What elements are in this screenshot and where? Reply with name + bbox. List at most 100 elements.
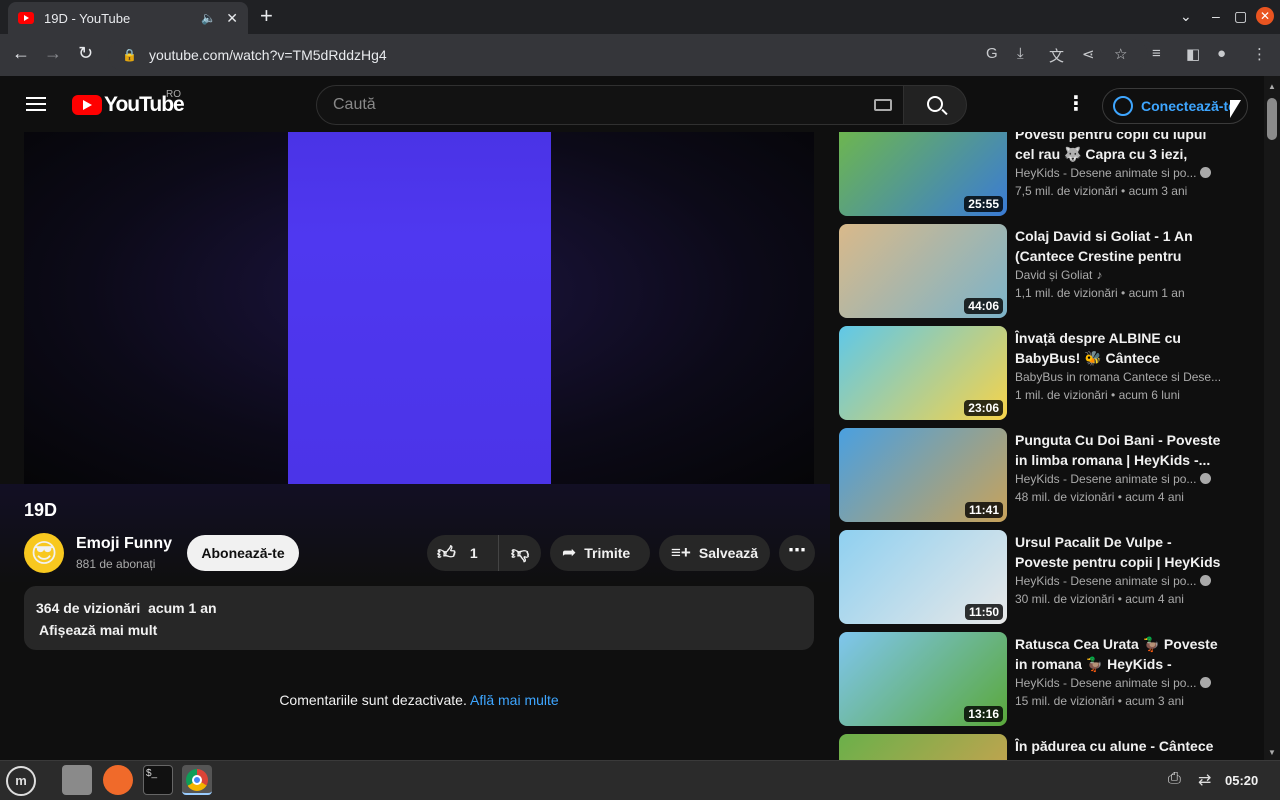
video-thumbnail[interactable]: 11:50 xyxy=(839,530,1007,624)
google-icon[interactable]: G xyxy=(986,45,998,62)
youtube-logo-icon[interactable] xyxy=(72,95,102,115)
page-scrollbar[interactable] xyxy=(1264,76,1280,760)
mint-menu-icon[interactable]: m xyxy=(6,766,36,796)
tab-close-icon[interactable]: ✕ xyxy=(226,10,238,27)
firefox-icon[interactable] xyxy=(103,765,133,795)
maximize-button[interactable]: ▢ xyxy=(1234,8,1247,25)
like-count: 1 xyxy=(469,545,478,561)
side-panel-icon[interactable]: ◧ xyxy=(1186,45,1200,63)
learn-more-link[interactable]: Află mai multe xyxy=(470,692,559,708)
chrome-taskbar-icon[interactable] xyxy=(182,765,212,795)
save-button[interactable]: ≡+ Salvează xyxy=(659,535,770,571)
related-video-card[interactable]: 11:41 Punguta Cu Doi Bani - Poveste in li… xyxy=(839,428,1229,524)
show-more-link[interactable]: Afișează mai mult xyxy=(36,622,802,638)
video-duration: 44:06 xyxy=(964,298,1003,314)
browser-tab[interactable]: 19D - YouTube 🔈 ✕ xyxy=(8,2,248,34)
video-thumbnail[interactable]: 25:55 xyxy=(839,132,1007,216)
search-input[interactable]: Caută xyxy=(316,85,904,125)
related-video-card[interactable]: În pădurea cu alune - Cântece pentru cop… xyxy=(839,734,1229,760)
subscriber-count: 881 de abonați xyxy=(76,557,156,571)
install-icon[interactable]: ⤓ xyxy=(1017,45,1024,62)
bookmark-star-icon[interactable]: ☆ xyxy=(1114,45,1127,63)
browser-menu-icon[interactable]: ⋮ xyxy=(1252,45,1267,63)
related-videos: 25:55 Povesti pentru copii cu lupul cel r… xyxy=(839,132,1229,760)
scroll-up-arrow-icon[interactable]: ▲ xyxy=(1268,82,1276,91)
sign-in-button[interactable]: Conectează-te xyxy=(1102,88,1248,124)
keyboard-icon[interactable] xyxy=(874,99,892,111)
speaker-icon[interactable]: 🔈 xyxy=(201,11,216,25)
printer-icon[interactable]: ⎙ xyxy=(1168,770,1181,788)
tab-title: 19D - YouTube xyxy=(44,10,131,26)
related-video-card[interactable]: 44:06 Colaj David si Goliat - 1 An (Cante… xyxy=(839,224,1229,320)
channel-name[interactable]: Emoji Funny xyxy=(76,535,172,553)
related-video-card[interactable]: 13:16 Ratusca Cea Urata 🦆 Poveste in roma… xyxy=(839,632,1229,728)
share-icon[interactable]: ⋖ xyxy=(1082,45,1095,63)
window-close-button[interactable]: ✕ xyxy=(1256,7,1274,25)
related-view-count: 7,5 mil. de vizionări xyxy=(1015,184,1118,198)
video-thumbnail[interactable]: 44:06 xyxy=(839,224,1007,318)
verified-badge-icon xyxy=(1200,167,1212,178)
translate-icon[interactable]: 文 xyxy=(1049,45,1064,66)
channel-name-text: HeyKids - Desene animate si po... xyxy=(1015,472,1197,486)
related-video-meta: 1,1 mil. de vizionări • acum 1 an xyxy=(1015,286,1185,300)
mouse-cursor-icon xyxy=(1230,100,1241,118)
share-button[interactable]: ➦ Trimite xyxy=(550,535,650,571)
media-controls-icon[interactable]: ≡ xyxy=(1152,45,1161,62)
lock-icon[interactable]: 🔒 xyxy=(122,48,137,62)
dislike-button[interactable]: 👎︎ xyxy=(499,535,541,571)
video-title: 19D xyxy=(24,500,58,520)
region-code: RO xyxy=(166,89,181,100)
share-label: Trimite xyxy=(584,545,631,561)
video-thumbnail[interactable]: 11:41 xyxy=(839,428,1007,522)
playlist-add-icon: ≡+ xyxy=(671,543,691,562)
minimize-button[interactable]: – xyxy=(1212,8,1220,24)
related-video-title[interactable]: Colaj David si Goliat - 1 An (Cantece Cr… xyxy=(1015,226,1221,266)
new-tab-button[interactable]: + xyxy=(260,5,273,27)
video-thumbnail[interactable] xyxy=(839,734,1007,760)
related-video-title[interactable]: Povesti pentru copii cu lupul cel rau 🐺 … xyxy=(1015,132,1221,164)
related-video-card[interactable]: 25:55 Povesti pentru copii cu lupul cel r… xyxy=(839,132,1229,218)
related-video-title[interactable]: Ratusca Cea Urata 🦆 Poveste in romana 🦆 … xyxy=(1015,634,1221,674)
hamburger-menu-icon[interactable] xyxy=(26,97,46,111)
settings-menu-icon[interactable]: ⋮ xyxy=(1066,94,1086,114)
subscribe-button[interactable]: Abonează-te xyxy=(187,535,299,571)
profile-icon[interactable]: ● xyxy=(1217,45,1226,62)
reload-icon[interactable]: ↻ xyxy=(78,43,93,64)
video-thumbnail[interactable]: 13:16 xyxy=(839,632,1007,726)
description-box[interactable]: 364 de vizionări acum 1 an Afișează mai … xyxy=(24,586,814,650)
channel-name-text: HeyKids - Desene animate si po... xyxy=(1015,676,1197,690)
channel-avatar[interactable]: 😎 xyxy=(24,533,64,573)
more-actions-button[interactable]: ⋯ xyxy=(779,535,815,571)
related-video-meta: 1 mil. de vizionări • acum 6 luni xyxy=(1015,388,1180,402)
video-thumbnail[interactable]: 23:06 xyxy=(839,326,1007,420)
related-video-meta: 15 mil. de vizionări • acum 3 ani xyxy=(1015,694,1184,708)
terminal-icon[interactable]: $_ xyxy=(143,765,173,795)
related-video-channel: HeyKids - Desene animate si po... xyxy=(1015,574,1221,588)
like-button[interactable]: 👍︎ 1 xyxy=(427,535,499,571)
related-video-card[interactable]: 23:06 Învață despre ALBINE cu BabyBus! 🐝 … xyxy=(839,326,1229,422)
related-view-count: 1 mil. de vizionări xyxy=(1015,388,1108,402)
related-view-count: 1,1 mil. de vizionări xyxy=(1015,286,1118,300)
clock[interactable]: 05:20 xyxy=(1225,773,1258,788)
tab-search-icon[interactable]: ⌄ xyxy=(1180,8,1192,25)
related-video-card[interactable]: 11:50 Ursul Pacalit De Vulpe - Poveste pe… xyxy=(839,530,1229,626)
scrollbar-thumb[interactable] xyxy=(1267,98,1277,140)
related-video-title[interactable]: Învață despre ALBINE cu BabyBus! 🐝 Cânte… xyxy=(1015,328,1221,368)
video-frame xyxy=(288,132,551,484)
youtube-favicon-icon xyxy=(18,12,34,24)
network-icon[interactable]: ⇄ xyxy=(1198,770,1211,790)
share-arrow-icon: ➦ xyxy=(562,543,577,562)
related-video-channel: HeyKids - Desene animate si po... xyxy=(1015,676,1221,690)
related-video-channel: BabyBus in romana Cantece si Dese... xyxy=(1015,370,1221,384)
related-video-title[interactable]: Ursul Pacalit De Vulpe - Poveste pentru … xyxy=(1015,532,1221,572)
search-placeholder: Caută xyxy=(333,96,376,113)
video-player[interactable] xyxy=(24,132,814,484)
forward-arrow-icon[interactable]: → xyxy=(44,43,62,64)
scroll-down-arrow-icon[interactable]: ▼ xyxy=(1268,748,1276,757)
related-video-title[interactable]: Punguta Cu Doi Bani - Poveste in limba r… xyxy=(1015,430,1221,470)
files-folder-icon[interactable] xyxy=(62,765,92,795)
browser-toolbar: ← → ↻ 🔒 youtube.com/watch?v=TM5dRddzHg4 … xyxy=(0,34,1280,76)
related-video-title[interactable]: În pădurea cu alune - Cântece pentru cop… xyxy=(1015,736,1221,760)
search-button[interactable] xyxy=(903,85,967,125)
back-arrow-icon[interactable]: ← xyxy=(12,43,30,64)
